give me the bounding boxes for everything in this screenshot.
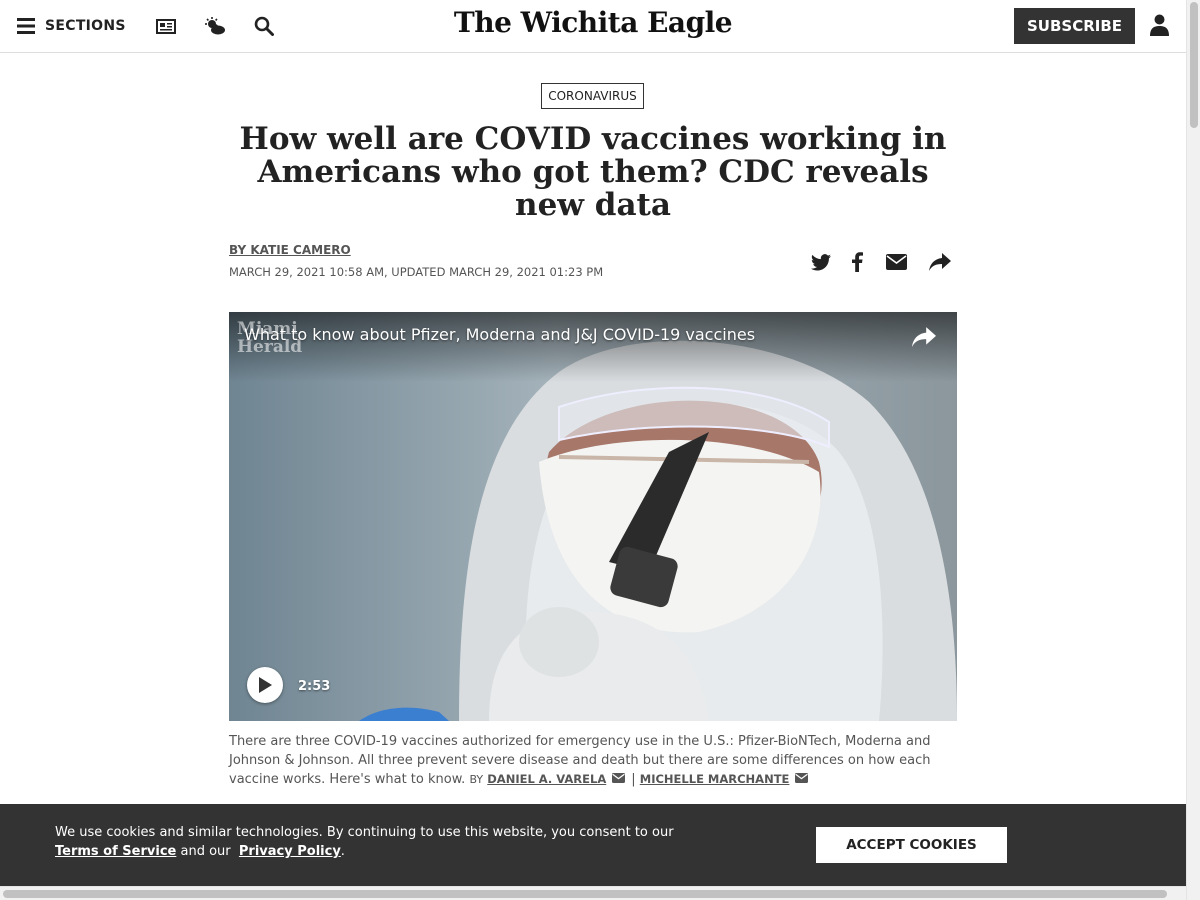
play-icon (259, 677, 272, 693)
vertical-scrollbar-thumb[interactable] (1190, 2, 1198, 128)
video-thumbnail-image (229, 312, 957, 721)
site-logo: The Wichita Eagle (0, 6, 1186, 39)
video-share-button[interactable] (912, 327, 936, 352)
caption-separator: | (631, 772, 636, 787)
byline-author[interactable]: BY KATIE CAMERO (229, 243, 351, 257)
facebook-icon (851, 252, 863, 272)
account-icon (1150, 14, 1169, 36)
video-title[interactable]: What to know about Pfizer, Moderna and J… (244, 325, 755, 344)
caption-author-1-link[interactable]: DANIEL A. VARELA (487, 772, 606, 786)
cookie-banner: We use cookies and similar technologies.… (0, 804, 1186, 886)
share-twitter-button[interactable] (810, 253, 832, 271)
horizontal-scrollbar-thumb[interactable] (3, 890, 1167, 898)
email-icon (795, 773, 809, 783)
terms-of-service-link[interactable]: Terms of Service (55, 844, 176, 859)
dateline: MARCH 29, 2021 10:58 AM, UPDATED MARCH 2… (229, 265, 604, 279)
share-more-button[interactable] (929, 253, 951, 271)
share-bar (810, 252, 951, 272)
section-kicker[interactable]: CORONAVIRUS (541, 83, 644, 109)
share-email-button[interactable] (885, 254, 907, 270)
video-play-button[interactable] (247, 667, 283, 703)
cookie-text-before: We use cookies and similar technologies.… (55, 825, 674, 840)
video-player[interactable]: Miami Herald What to know about Pfizer, … (229, 312, 957, 721)
subscribe-button[interactable]: SUBSCRIBE (1014, 8, 1135, 44)
caption-author-2-email-button[interactable] (795, 770, 809, 789)
video-caption: There are three COVID-19 vaccines author… (229, 732, 957, 789)
horizontal-scrollbar[interactable] (0, 886, 1186, 900)
cookie-text-middle: and our (180, 844, 231, 859)
video-duration: 2:53 (298, 679, 331, 694)
caption-by-label: BY (469, 773, 484, 786)
share-facebook-button[interactable] (850, 252, 864, 272)
site-header: SECTIONS The Wichita Eagle SUBSCRIBE (0, 0, 1186, 53)
email-icon (885, 254, 907, 270)
caption-author-1-email-button[interactable] (612, 770, 626, 789)
privacy-policy-link[interactable]: Privacy Policy (239, 844, 341, 859)
share-icon (912, 327, 936, 347)
cookie-message: We use cookies and similar technologies.… (55, 823, 715, 861)
share-icon (929, 253, 951, 271)
vertical-scrollbar[interactable] (1186, 0, 1200, 900)
caption-author-2-link[interactable]: MICHELLE MARCHANTE (640, 772, 790, 786)
accept-cookies-button[interactable]: ACCEPT COOKIES (816, 827, 1007, 863)
site-logo-text[interactable]: The Wichita Eagle (454, 6, 733, 39)
account-button[interactable] (1150, 14, 1169, 41)
cookie-text-end: . (340, 844, 345, 859)
article-headline: How well are COVID vaccines working in A… (239, 121, 947, 223)
twitter-icon (811, 253, 831, 270)
email-icon (612, 773, 626, 783)
